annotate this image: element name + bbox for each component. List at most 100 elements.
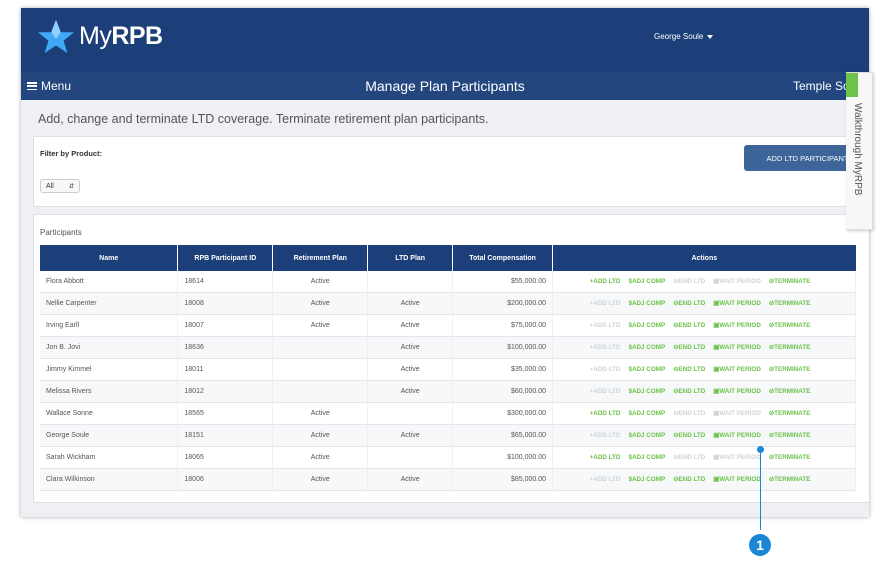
- add-ltd-action[interactable]: +ADD LTD: [590, 454, 621, 461]
- logo[interactable]: MyRPB: [37, 18, 163, 54]
- adj-comp-action[interactable]: $ADJ COMP: [628, 432, 665, 439]
- column-header-ltd[interactable]: LTD Plan: [367, 245, 454, 271]
- adj-comp-action[interactable]: $ADJ COMP: [628, 410, 665, 417]
- ltd-plan-status: Active: [367, 358, 454, 381]
- participant-id: 18614: [177, 271, 274, 293]
- end-ltd-action[interactable]: ⊖END LTD: [673, 322, 705, 329]
- table-row: George Soule 18151 Active Active $65,000.00 +…: [40, 424, 856, 447]
- adj-comp-action[interactable]: $ADJ COMP: [628, 278, 665, 285]
- table-row: Clara Wilkinson 18006 Active Active $85,000.…: [40, 468, 856, 491]
- wait-period-action: ▣WAIT PERIOD: [713, 454, 761, 461]
- walkthrough-tab[interactable]: Walkthrough MyRPB: [846, 72, 873, 230]
- terminate-action[interactable]: ⊘TERMINATE: [769, 300, 811, 307]
- end-ltd-action[interactable]: ⊖END LTD: [673, 388, 705, 395]
- participants-table: Name RPB Participant ID Retirement Plan …: [40, 245, 856, 491]
- retirement-plan-status: Active: [272, 424, 369, 447]
- row-actions: +ADD LTD $ADJ COMP ⊖END LTD ▣WAIT PERIOD ⊘TE…: [552, 271, 856, 293]
- table-header-row: Name RPB Participant ID Retirement Plan …: [40, 245, 856, 271]
- retirement-plan-status: [272, 358, 369, 381]
- caret-down-icon: [707, 34, 714, 39]
- terminate-action[interactable]: ⊘TERMINATE: [769, 344, 811, 351]
- total-compensation: $100,000.00: [452, 336, 554, 359]
- wait-period-action[interactable]: ▣WAIT PERIOD: [713, 432, 761, 439]
- end-ltd-action[interactable]: ⊖END LTD: [673, 366, 705, 373]
- row-actions: +ADD LTD $ADJ COMP ⊖END LTD ▣WAIT PERIOD ⊘TE…: [552, 336, 856, 359]
- column-header-name[interactable]: Name: [40, 245, 179, 271]
- wait-period-action[interactable]: ▣WAIT PERIOD: [713, 344, 761, 351]
- user-menu[interactable]: George Soule: [654, 32, 714, 41]
- end-ltd-action: ⊖END LTD: [673, 454, 706, 461]
- retirement-plan-status: Active: [272, 468, 369, 491]
- participant-id: 18012: [177, 380, 274, 403]
- participants-panel: Participants Name RPB Participant ID Ret…: [33, 214, 869, 503]
- participant-id: 18008: [177, 292, 274, 315]
- adj-comp-action[interactable]: $ADJ COMP: [628, 388, 665, 395]
- adj-comp-action[interactable]: $ADJ COMP: [628, 366, 665, 373]
- participant-name: Flora Abbott: [40, 271, 179, 293]
- column-header-id[interactable]: RPB Participant ID: [177, 245, 274, 271]
- terminate-action[interactable]: ⊘TERMINATE: [769, 278, 811, 285]
- adj-comp-action[interactable]: $ADJ COMP: [628, 344, 665, 351]
- page-description: Add, change and terminate LTD coverage. …: [38, 112, 489, 126]
- total-compensation: $300,000.00: [452, 402, 554, 425]
- add-ltd-action: +ADD LTD: [589, 344, 621, 351]
- total-compensation: $100,000.00: [452, 446, 554, 469]
- row-actions: +ADD LTD $ADJ COMP ⊖END LTD ▣WAIT PERIOD ⊘TE…: [552, 314, 856, 337]
- column-header-compensation[interactable]: Total Compensation: [452, 245, 554, 271]
- add-ltd-action[interactable]: +ADD LTD: [590, 410, 621, 417]
- retirement-plan-status: Active: [272, 446, 369, 469]
- adj-comp-action[interactable]: $ADJ COMP: [628, 454, 665, 461]
- wait-period-action[interactable]: ▣WAIT PERIOD: [713, 322, 761, 329]
- table-row: Jimmy Kimmel 18011 Active $35,000.00 +ADD LT…: [40, 358, 856, 381]
- terminate-action[interactable]: ⊘TERMINATE: [769, 410, 811, 417]
- wait-period-action[interactable]: ▣WAIT PERIOD: [713, 366, 761, 373]
- adj-comp-action[interactable]: $ADJ COMP: [628, 322, 665, 329]
- participant-name: Melissa Rivers: [40, 380, 179, 403]
- wait-period-action[interactable]: ▣WAIT PERIOD: [713, 476, 761, 483]
- wait-period-action[interactable]: ▣WAIT PERIOD: [713, 388, 761, 395]
- participant-name: George Soule: [40, 424, 179, 447]
- end-ltd-action: ⊖END LTD: [673, 278, 706, 285]
- product-filter-select[interactable]: All ⇵: [40, 179, 80, 193]
- participant-name: Nellie Carpenter: [40, 292, 179, 315]
- ltd-plan-status: Active: [367, 424, 454, 447]
- end-ltd-action[interactable]: ⊖END LTD: [673, 344, 705, 351]
- column-header-retirement[interactable]: Retirement Plan: [272, 245, 369, 271]
- wait-period-action[interactable]: ▣WAIT PERIOD: [713, 300, 761, 307]
- adj-comp-action[interactable]: $ADJ COMP: [628, 476, 665, 483]
- total-compensation: $60,000.00: [452, 380, 554, 403]
- retirement-plan-status: [272, 336, 369, 359]
- retirement-plan-status: Active: [272, 271, 369, 293]
- column-header-actions: Actions: [552, 245, 856, 271]
- participant-id: 18065: [177, 446, 274, 469]
- end-ltd-action[interactable]: ⊖END LTD: [673, 432, 705, 439]
- ltd-plan-status: Active: [367, 292, 454, 315]
- end-ltd-action[interactable]: ⊖END LTD: [673, 476, 705, 483]
- terminate-action[interactable]: ⊘TERMINATE: [769, 388, 811, 395]
- add-ltd-action: +ADD LTD: [589, 388, 621, 395]
- terminate-action[interactable]: ⊘TERMINATE: [769, 322, 811, 329]
- participant-name: Jon B. Jovi: [40, 336, 179, 359]
- participant-id: 18565: [177, 402, 274, 425]
- terminate-action[interactable]: ⊘TERMINATE: [769, 476, 811, 483]
- participant-name: Irving Earll: [40, 314, 179, 337]
- top-header: MyRPB George Soule: [21, 8, 869, 72]
- retirement-plan-status: Active: [272, 402, 369, 425]
- adj-comp-action[interactable]: $ADJ COMP: [628, 300, 665, 307]
- table-row: Jon B. Jovi 18636 Active $100,000.00 +ADD LT…: [40, 336, 856, 359]
- terminate-action[interactable]: ⊘TERMINATE: [769, 454, 811, 461]
- logo-text: MyRPB: [79, 21, 163, 50]
- participant-name: Jimmy Kimmel: [40, 358, 179, 381]
- end-ltd-action[interactable]: ⊖END LTD: [673, 300, 705, 307]
- user-name: George Soule: [654, 32, 704, 41]
- walkthrough-label: Walkthrough MyRPB: [852, 103, 863, 196]
- terminate-action[interactable]: ⊘TERMINATE: [769, 432, 811, 439]
- add-ltd-action[interactable]: +ADD LTD: [590, 278, 621, 285]
- wait-period-action: ▣WAIT PERIOD: [713, 278, 761, 285]
- filter-panel: Filter by Product: All ⇵ ADD LTD PARTICI…: [33, 136, 869, 207]
- participant-name: Wallace Sonne: [40, 402, 179, 425]
- row-actions: +ADD LTD $ADJ COMP ⊖END LTD ▣WAIT PERIOD ⊘TE…: [552, 358, 856, 381]
- total-compensation: $85,000.00: [452, 468, 554, 491]
- filter-label: Filter by Product:: [40, 149, 103, 158]
- terminate-action[interactable]: ⊘TERMINATE: [769, 366, 811, 373]
